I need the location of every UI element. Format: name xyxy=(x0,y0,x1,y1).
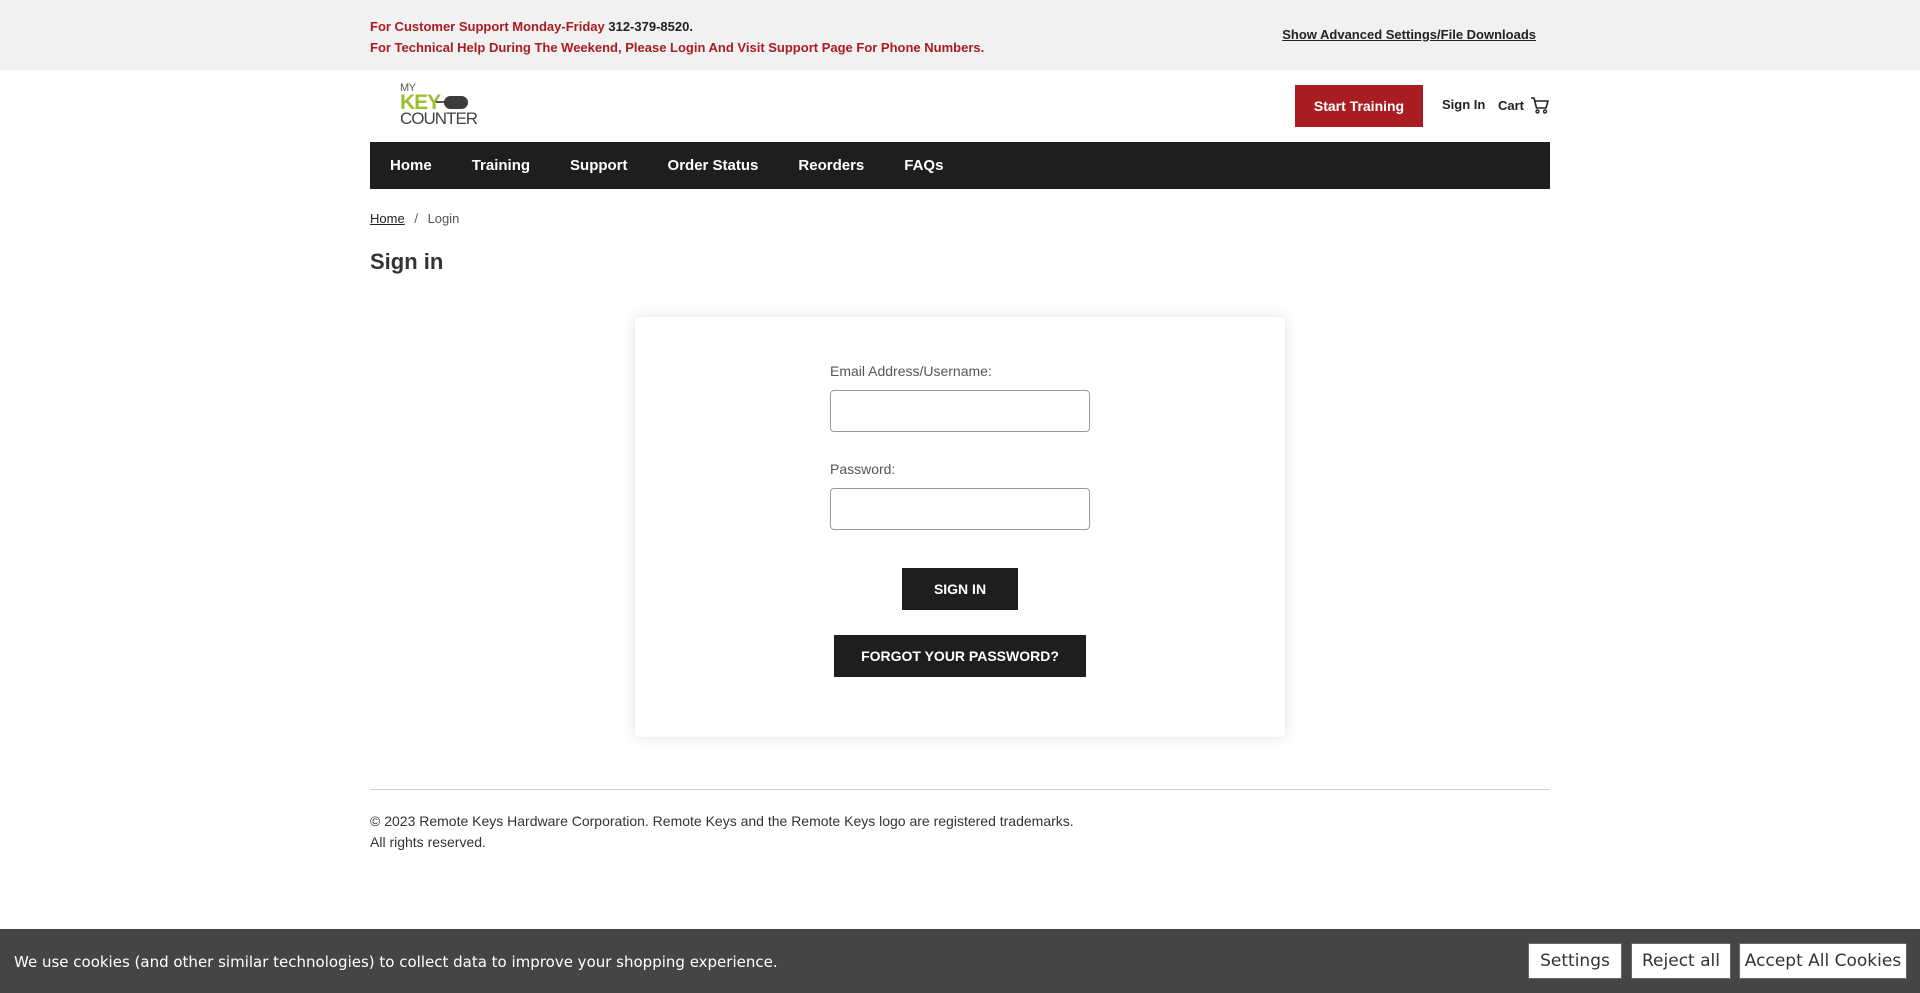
cookie-accept-button[interactable]: Accept All Cookies xyxy=(1739,943,1907,979)
forgot-password-button[interactable]: FORGOT YOUR PASSWORD? xyxy=(834,635,1086,677)
sign-in-button[interactable]: SIGN IN xyxy=(902,568,1018,610)
advanced-settings-link[interactable]: Show Advanced Settings/File Downloads xyxy=(1282,27,1536,42)
support-hours-text: For Customer Support Monday-Friday xyxy=(370,19,605,34)
nav-item-faqs[interactable]: FAQs xyxy=(904,157,943,174)
top-support-bar: For Customer Support Monday-Friday 312-3… xyxy=(0,0,1920,70)
breadcrumb-separator: / xyxy=(414,211,418,226)
page-title: Sign in xyxy=(370,249,444,274)
header-sign-in-link[interactable]: Sign In xyxy=(1442,97,1485,112)
footer: © 2023 Remote Keys Hardware Corporation.… xyxy=(370,811,1170,853)
footer-copyright: © 2023 Remote Keys Hardware Corporation.… xyxy=(370,813,1074,829)
cookie-message: We use cookies (and other similar techno… xyxy=(14,953,778,971)
support-phone: 312-379-8520. xyxy=(608,19,693,34)
cart-link[interactable]: Cart xyxy=(1498,96,1550,114)
nav-item-home[interactable]: Home xyxy=(390,157,432,174)
sign-in-card: Email Address/Username: Password: SIGN I… xyxy=(635,317,1285,737)
nav-item-support[interactable]: Support xyxy=(570,157,628,174)
logo-keyfob-icon xyxy=(444,96,468,109)
cookie-banner: We use cookies (and other similar techno… xyxy=(0,929,1920,993)
password-field[interactable] xyxy=(830,488,1090,530)
email-field[interactable] xyxy=(830,390,1090,432)
password-label: Password: xyxy=(830,461,896,477)
nav-item-order-status[interactable]: Order Status xyxy=(668,157,759,174)
main-nav: Home Training Support Order Status Reord… xyxy=(370,142,1550,189)
cart-icon xyxy=(1531,97,1549,114)
breadcrumb-home-link[interactable]: Home xyxy=(370,211,405,226)
cookie-reject-button[interactable]: Reject all xyxy=(1631,943,1731,979)
breadcrumb: Home / Login xyxy=(370,211,459,226)
footer-rights: All rights reserved. xyxy=(370,834,486,850)
nav-item-training[interactable]: Training xyxy=(472,157,530,174)
support-line-weekend: For Technical Help During The Weekend, P… xyxy=(370,40,985,55)
start-training-button[interactable]: Start Training xyxy=(1295,85,1423,127)
breadcrumb-current: Login xyxy=(427,211,460,226)
logo-text-counter: COUNTER xyxy=(400,109,478,128)
support-line-weekday: For Customer Support Monday-Friday 312-3… xyxy=(370,16,984,37)
site-logo[interactable]: MY KEY COUNTER xyxy=(398,82,478,128)
footer-divider xyxy=(370,789,1550,790)
cart-label: Cart xyxy=(1498,97,1525,113)
nav-item-reorders[interactable]: Reorders xyxy=(798,157,864,174)
email-label: Email Address/Username: xyxy=(830,363,992,379)
cookie-settings-button[interactable]: Settings xyxy=(1528,943,1622,979)
support-message: For Customer Support Monday-Friday 312-3… xyxy=(370,16,984,58)
